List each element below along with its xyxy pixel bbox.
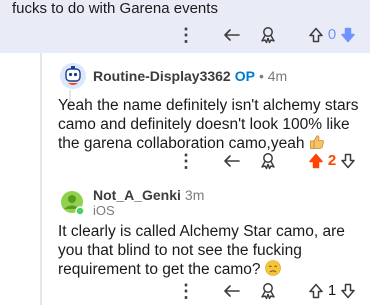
- comment-author[interactable]: Routine-Display3362: [93, 68, 231, 84]
- more-options-icon[interactable]: ⋮: [177, 22, 195, 48]
- reply-icon[interactable]: [222, 278, 242, 304]
- parent-comment-actions: ⋮ 0: [0, 22, 370, 48]
- parent-comment-text: fucks to do with Garena events: [12, 0, 218, 17]
- disappointed-face-icon: [264, 260, 281, 276]
- comment-meta: Not_A_Genki 3m iOS: [93, 187, 204, 218]
- avatar[interactable]: [60, 189, 86, 216]
- comment-body-text: It clearly is called Alchemy Star camo, …: [58, 223, 345, 278]
- reply-icon[interactable]: [222, 22, 242, 48]
- comment-header: Routine-Display3362 OP • 4m: [60, 63, 287, 89]
- vote-group: 0: [307, 22, 357, 48]
- reply-icon[interactable]: [222, 148, 242, 174]
- award-icon[interactable]: [258, 278, 278, 304]
- comment-time: 3m: [184, 187, 205, 203]
- downvote-icon[interactable]: [340, 27, 356, 43]
- vote-group: 1: [305, 278, 359, 304]
- vote-count: 2: [327, 152, 337, 169]
- comment-actions: ⋮ 1: [0, 278, 370, 304]
- award-icon[interactable]: [258, 148, 278, 174]
- parent-comment: fucks to do with Garena events ⋮ 0: [0, 0, 370, 53]
- more-options-icon[interactable]: ⋮: [177, 278, 195, 304]
- comment-time: • 4m: [258, 68, 288, 84]
- comment-body: It clearly is called Alchemy Star camo, …: [58, 222, 363, 279]
- comment-body: Yeah the name definitely isn't alchemy s…: [58, 96, 363, 153]
- avatar[interactable]: [60, 63, 86, 89]
- downvote-icon[interactable]: [340, 153, 356, 169]
- comment-platform: iOS: [93, 203, 115, 218]
- upvote-icon[interactable]: [308, 283, 324, 299]
- upvote-icon[interactable]: [308, 27, 324, 43]
- thread-line[interactable]: [40, 53, 42, 305]
- comment-author[interactable]: Not_A_Genki: [93, 187, 181, 203]
- comment-actions: ⋮ 2: [0, 148, 370, 174]
- comment-header: Not_A_Genki 3m iOS: [60, 187, 204, 218]
- upvote-icon[interactable]: [308, 153, 324, 169]
- op-badge: OP: [234, 68, 255, 84]
- vote-count: 0: [327, 26, 337, 43]
- award-icon[interactable]: [258, 22, 278, 48]
- downvote-icon[interactable]: [340, 283, 356, 299]
- vote-count: 1: [327, 282, 337, 299]
- vote-group: 2: [305, 148, 359, 174]
- more-options-icon[interactable]: ⋮: [177, 148, 195, 174]
